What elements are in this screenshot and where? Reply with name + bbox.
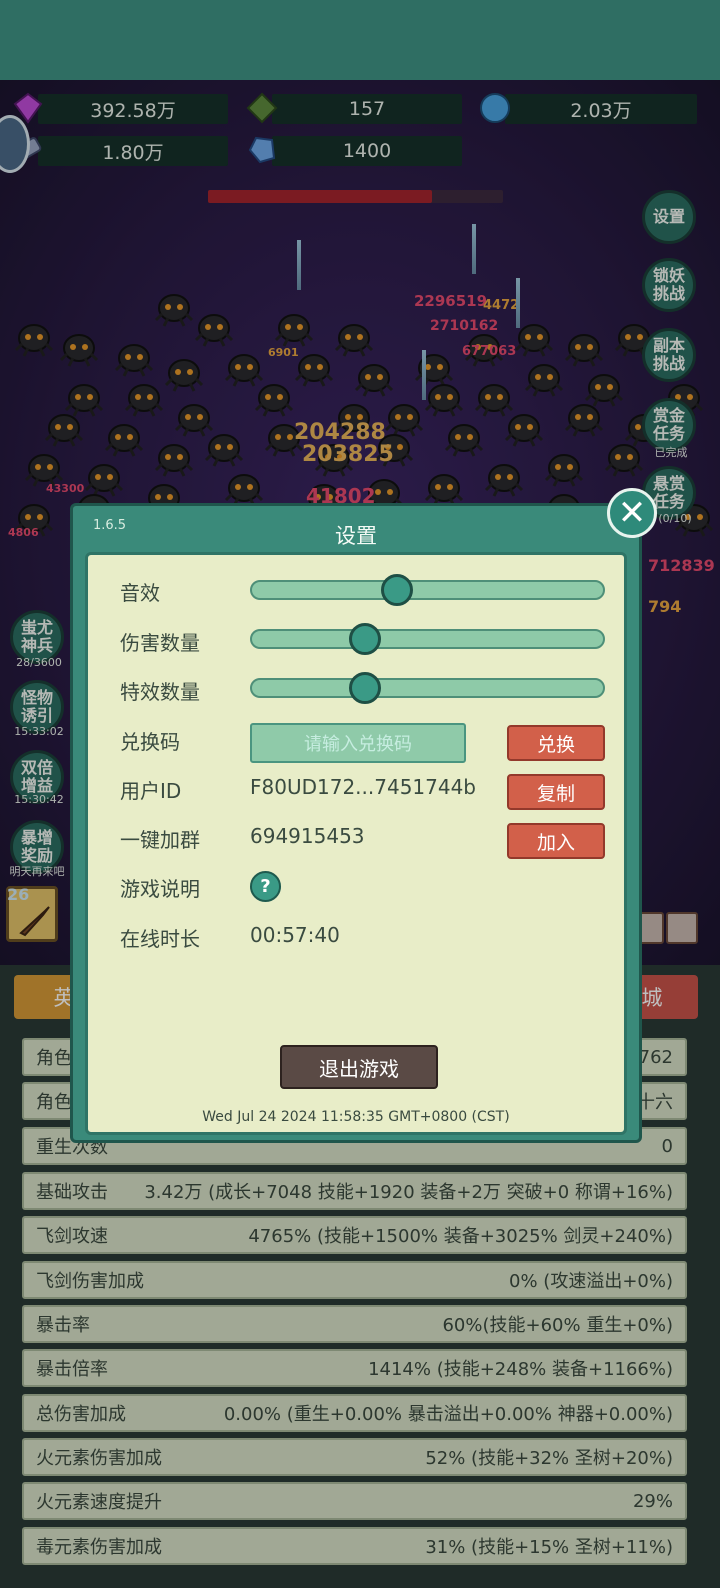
damage-count-slider[interactable]	[250, 623, 605, 655]
effect-count-slider-knob[interactable]	[349, 672, 381, 704]
help-icon[interactable]: ?	[250, 871, 281, 902]
redeem-code-label: 兑换码	[120, 730, 180, 754]
copy-button-label: 复制	[536, 782, 575, 805]
effect-count-label: 特效数量	[120, 680, 200, 704]
copy-button[interactable]: 复制	[507, 774, 605, 810]
damage-count-slider-knob[interactable]	[349, 623, 381, 655]
settings-body: 音效 伤害数量 特效数量 兑换码 请输入兑换码 兑换 用户ID F80UD172…	[85, 552, 627, 1135]
user-id-value: F80UD172...7451744b	[250, 775, 477, 799]
online-time-label: 在线时长	[120, 927, 200, 951]
timestamp: Wed Jul 24 2024 11:58:35 GMT+0800 (CST)	[202, 1109, 510, 1125]
redeem-button-label: 兑换	[536, 733, 575, 756]
user-id-label: 用户ID	[120, 779, 182, 803]
redeem-button[interactable]: 兑换	[507, 725, 605, 761]
exit-game-button[interactable]: 退出游戏	[280, 1045, 438, 1089]
exit-game-label: 退出游戏	[319, 1056, 399, 1081]
join-group-label: 一键加群	[120, 828, 200, 852]
online-time-value: 00:57:40	[250, 923, 340, 947]
effect-count-slider[interactable]	[250, 672, 605, 704]
join-button-label: 加入	[536, 831, 575, 854]
join-button[interactable]: 加入	[507, 823, 605, 859]
damage-count-label: 伤害数量	[120, 631, 200, 655]
help-icon-glyph: ?	[260, 876, 271, 897]
redeem-code-input[interactable]: 请输入兑换码	[250, 723, 466, 763]
sound-slider[interactable]	[250, 574, 605, 606]
game-guide-label: 游戏说明	[120, 877, 200, 901]
sound-label: 音效	[120, 581, 160, 605]
settings-dialog: 1.6.5 设置 音效 伤害数量 特效数量 兑换码 请输入兑换码 兑换 用户ID…	[70, 503, 642, 1143]
dialog-title: 设置	[335, 524, 377, 548]
close-icon[interactable]: ✕	[607, 488, 657, 538]
sound-slider-knob[interactable]	[381, 574, 413, 606]
group-number: 694915453	[250, 824, 365, 848]
redeem-code-placeholder: 请输入兑换码	[304, 734, 412, 755]
